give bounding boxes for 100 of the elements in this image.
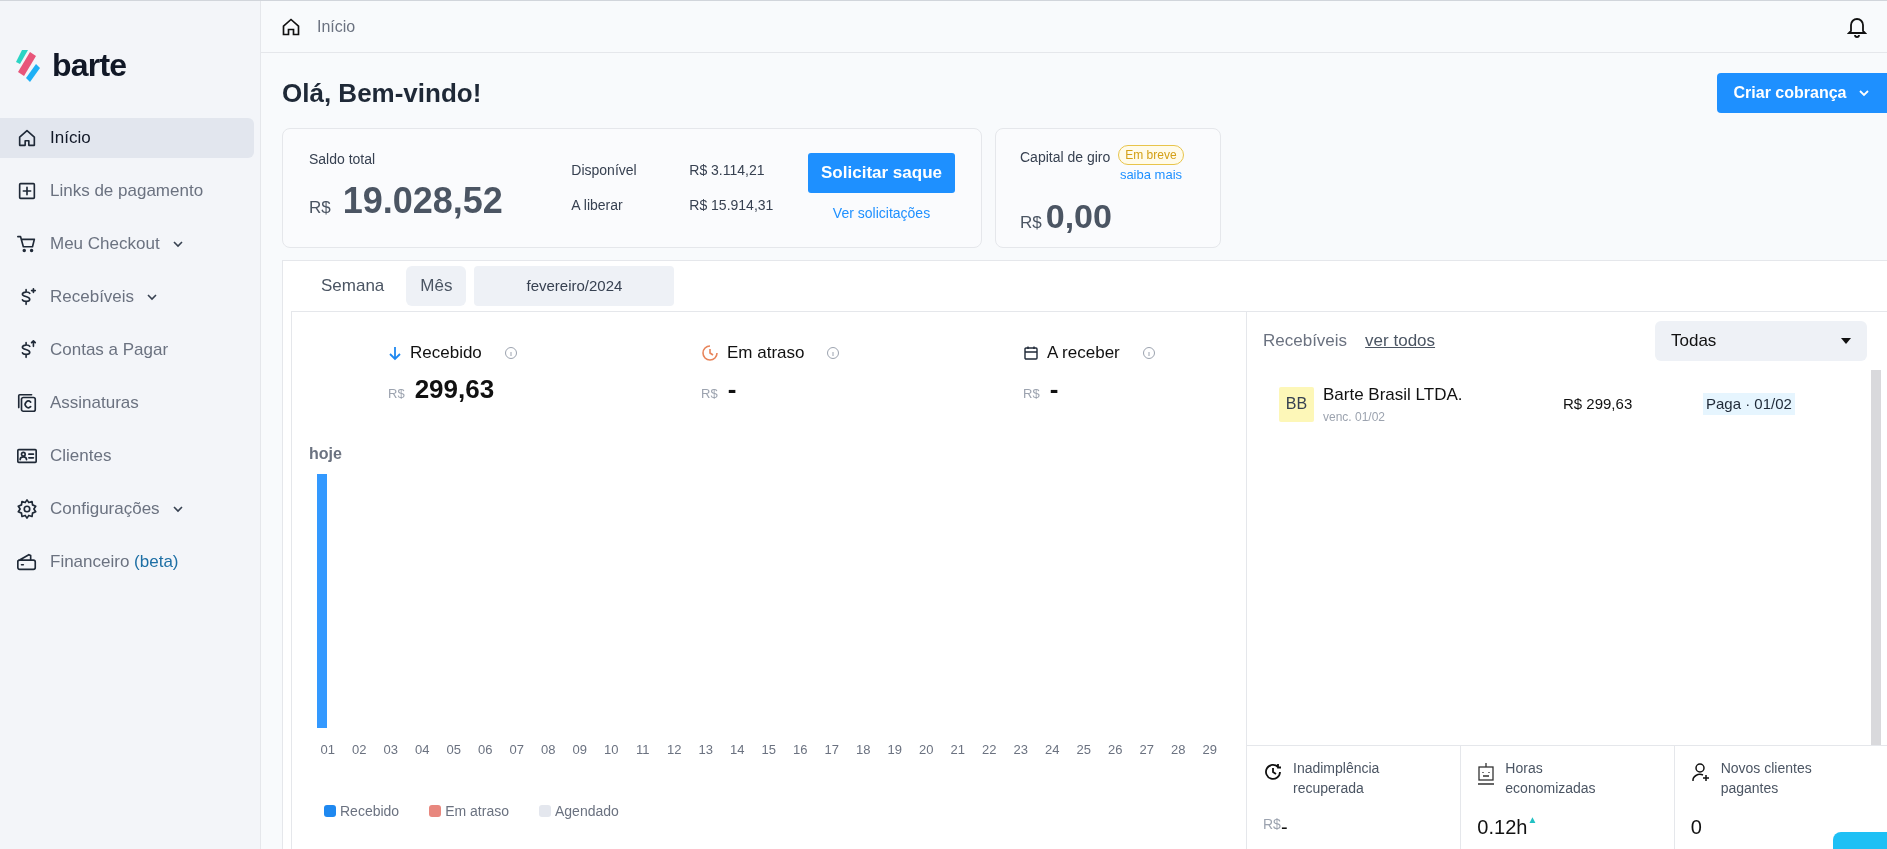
learn-more-link[interactable]: saiba mais [1119,165,1183,185]
axis-label: 09 [571,741,588,759]
summary-label: Em atraso [727,342,805,364]
balance-detail-label: Disponível [571,161,638,180]
axis-label: 11 [635,741,651,759]
chevron-down-icon [1858,89,1871,97]
status-badge: Paga · 01/02 [1703,392,1795,416]
info-icon[interactable] [1141,345,1156,360]
caret-down-icon [1841,338,1851,344]
balance-label: Saldo total [309,149,377,169]
due-date: venc. 01/02 [1323,408,1387,426]
currency-label: R$ [388,384,405,403]
axis-label: 06 [477,741,494,759]
period-tab[interactable]: Semana [307,266,399,306]
filter-dropdown[interactable]: Todas [1655,321,1867,361]
summary-value: - [1049,372,1059,406]
sidebar-item[interactable]: Recebíveis [0,277,254,317]
amount: R$ 299,63 [1563,393,1634,414]
coming-soon-badge: Em breve [1118,145,1184,165]
stat-label: Inadimplência recuperada [1293,759,1381,798]
home-icon [16,127,38,149]
axis-label: 07 [508,741,525,759]
robot-icon [1477,762,1496,786]
sidebar-item[interactable]: Contas a Pagar [0,330,254,370]
axis-label: 16 [792,741,809,759]
calendar-icon [1023,344,1039,361]
axis-label: 12 [666,741,683,759]
sidebar-item[interactable]: Assinaturas [0,383,254,423]
subscription-icon [16,392,38,414]
currency-label: R$ [1263,815,1281,834]
axis-label: 26 [1107,741,1124,759]
sidebar-item[interactable]: Links de pagamento [0,171,254,211]
legend-label: Agendado [554,801,619,821]
wallet-icon [16,551,38,573]
axis-label: 22 [981,741,998,759]
working-capital-value: 0,00 [1045,195,1112,237]
period-tab[interactable]: Mês [406,266,467,306]
view-all-link[interactable]: ver todos [1365,328,1436,354]
summary-value: - [727,372,737,406]
logo-icon [16,47,40,82]
axis-label: 15 [760,741,777,759]
currency-label: R$ [309,196,331,219]
axis-label: 05 [445,741,462,759]
home-icon[interactable] [281,16,301,37]
withdraw-button[interactable]: Solicitar saque [808,152,955,193]
receivables-title: Recebíveis [1263,330,1348,353]
balance-detail-value: R$ 3.114,21 [689,161,766,180]
axis-label: 23 [1012,741,1029,759]
info-icon[interactable] [503,345,518,360]
month-select[interactable]: fevereiro/2024 [474,266,675,306]
axis-label: 18 [855,741,872,759]
summary-label: Recebido [410,342,482,364]
working-capital-label: Capital de giro [1020,148,1111,167]
stat-label: Horas economizadas [1505,759,1597,798]
axis-label: 21 [949,741,966,759]
create-charge-button[interactable]: Criar cobrança [1717,73,1887,113]
stat-value: - [1280,815,1288,840]
balance-value: 19.028,52 [342,178,503,223]
info-icon[interactable] [826,345,841,360]
axis-label: 17 [823,741,840,759]
axis-label: 14 [729,741,746,759]
axis-label: 08 [540,741,557,759]
axis-label: 24 [1044,741,1061,759]
balance-detail-label: A liberar [571,196,624,215]
axis-label: 20 [918,741,935,759]
page-heading: Olá, Bem-vindo! [282,76,482,110]
currency-label: R$ [1023,384,1040,403]
sidebar-item[interactable]: Clientes [0,436,254,476]
axis-label: 13 [697,741,714,759]
axis-label: 27 [1138,741,1155,759]
breadcrumb[interactable]: Início [317,14,356,39]
sidebar-item[interactable]: Meu Checkout [0,224,254,264]
requests-link[interactable]: Ver solicitações [832,202,931,224]
axis-label: 01 [319,741,336,759]
sidebar-item[interactable]: Configurações [0,489,254,529]
user-plus-icon [1690,762,1711,782]
currency-label: R$ [1020,211,1042,234]
scrollbar[interactable] [1871,370,1881,745]
axis-label: 04 [414,741,431,759]
initials-avatar: BB [1279,386,1314,422]
notification-bell-icon[interactable] [1847,15,1867,38]
sidebar-item[interactable]: Financeiro (beta) [0,542,254,582]
axis-label: 25 [1075,741,1092,759]
stat-value: 0 [1690,815,1702,840]
legend-label: Em atraso [445,801,509,821]
plus-square-icon [16,180,38,202]
axis-label: 02 [351,741,368,759]
brand-name: barte [52,45,127,85]
summary-value: 299,63 [414,372,495,406]
sidebar-item[interactable]: Início [0,118,254,158]
clock-icon [1263,762,1283,782]
axis-label: 19 [886,741,903,759]
summary-label: A receber [1047,342,1120,364]
customer-name: Barte Brasil LTDA. [1323,384,1464,407]
trend-up-icon: ▲ [1527,812,1538,827]
currency-label: R$ [701,384,718,403]
arrow-down-icon [388,344,402,361]
stat-label: Novos clientes pagantes [1720,759,1813,798]
axis-label: 10 [603,741,620,759]
axis-label: 03 [382,741,399,759]
